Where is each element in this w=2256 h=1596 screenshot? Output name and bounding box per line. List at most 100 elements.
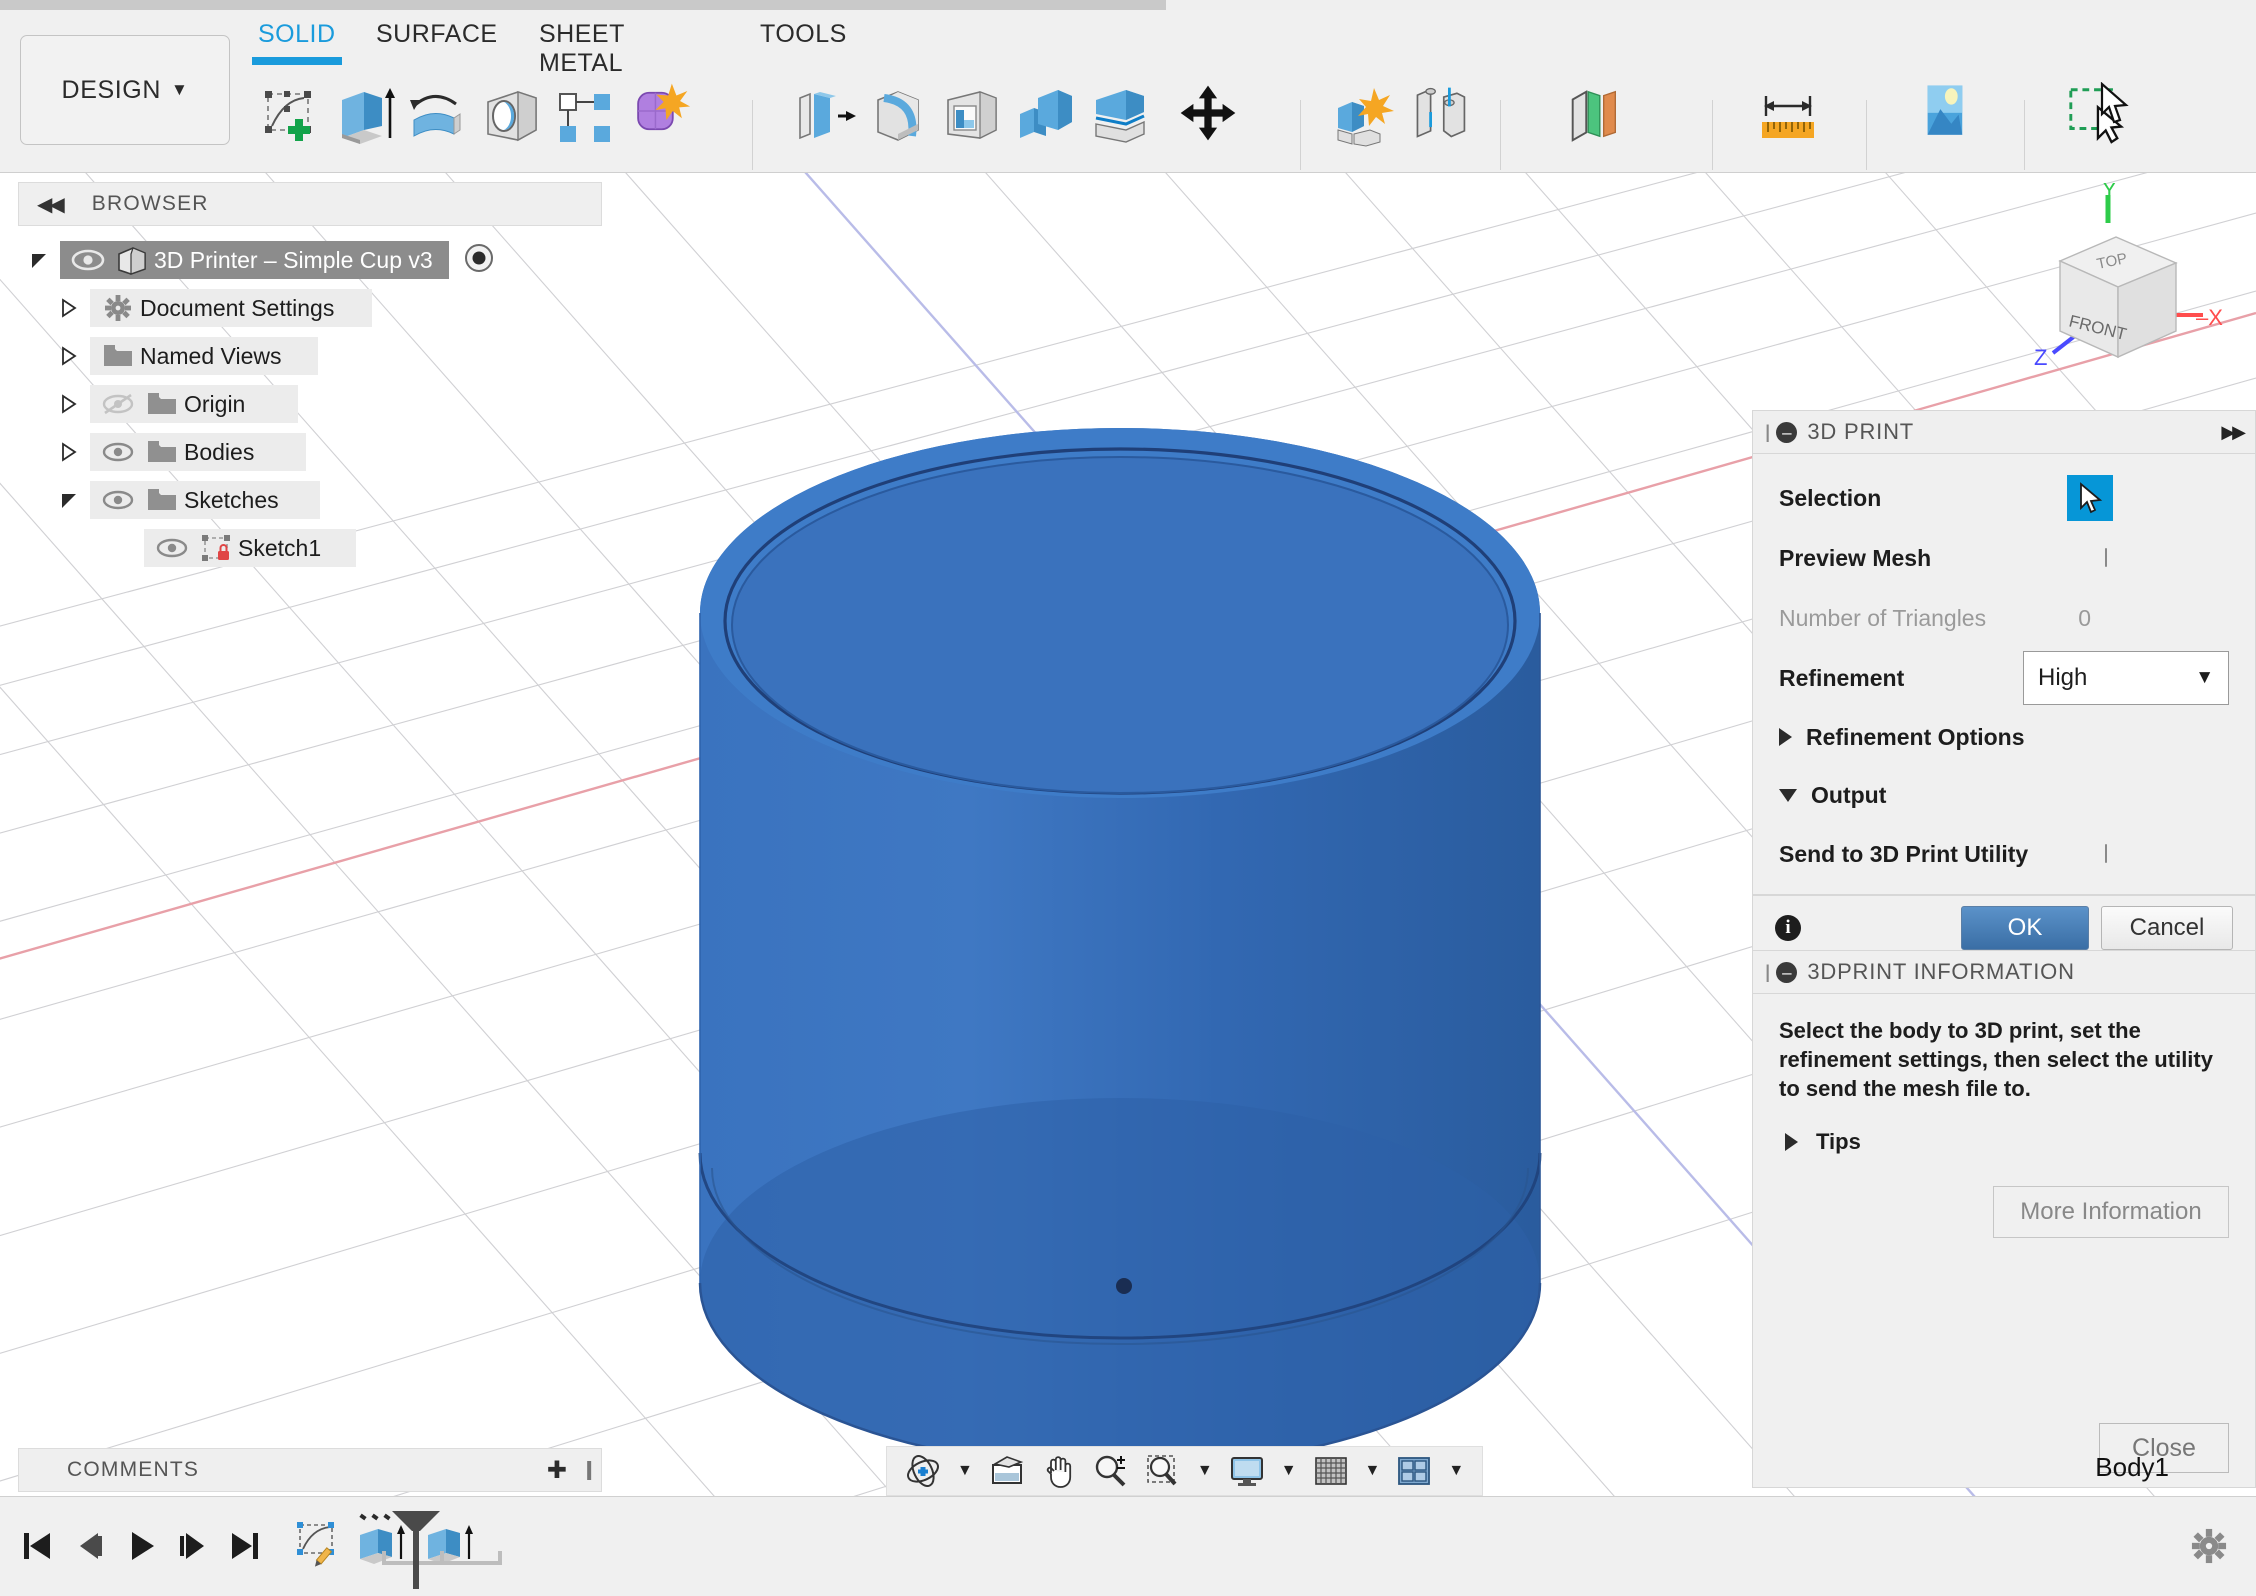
minus-circle-icon[interactable]: – [1776, 421, 1798, 443]
display-monitor-icon[interactable] [1223, 1450, 1271, 1492]
gear-icon[interactable] [2188, 1525, 2230, 1567]
refinement-options-toggle[interactable]: Refinement Options [1753, 708, 2255, 766]
expand-toggle-origin[interactable] [48, 393, 90, 415]
tree-row-document-settings[interactable]: Document Settings [18, 284, 602, 332]
collapse-left-icon[interactable]: ◀◀ [37, 192, 65, 217]
chevron-down-icon[interactable]: ▼ [1191, 1462, 1219, 1480]
output-toggle[interactable]: Output [1753, 766, 2255, 824]
tree-row-root[interactable]: 3D Printer – Simple Cup v3 [18, 236, 602, 284]
create-sketch-icon[interactable] [256, 86, 324, 148]
tree-item-root[interactable]: 3D Printer – Simple Cup v3 [60, 241, 449, 279]
view-cube[interactable]: Y –X Z TOP FRONT [1998, 183, 2238, 383]
tree-row-sketches[interactable]: Sketches [18, 476, 602, 524]
new-component-icon[interactable] [1330, 86, 1398, 148]
viewports-icon[interactable] [1390, 1450, 1438, 1492]
fillet-icon[interactable] [864, 86, 932, 148]
plane-icon[interactable] [1560, 84, 1628, 146]
grip-icon[interactable]: || [1765, 422, 1772, 443]
zoom-window-icon[interactable] [1139, 1450, 1187, 1492]
orbit-icon[interactable] [899, 1450, 947, 1492]
visibility-eye-icon[interactable] [150, 537, 194, 559]
send-utility-checkbox[interactable] [2105, 844, 2107, 863]
timeline-marker[interactable] [386, 1505, 446, 1591]
selection-button[interactable] [2067, 475, 2113, 521]
ok-button[interactable]: OK [1961, 906, 2089, 950]
expand-toggle-document-settings[interactable] [48, 297, 90, 319]
combine-icon[interactable] [1012, 86, 1080, 148]
insert-image-icon[interactable] [1910, 80, 1978, 142]
more-information-button[interactable]: More Information [1993, 1186, 2229, 1238]
comments-panel[interactable]: COMMENTS ✚ ||| [18, 1448, 602, 1492]
play-icon[interactable] [114, 1519, 168, 1573]
step-back-icon[interactable] [62, 1519, 116, 1573]
visibility-eye-icon[interactable] [66, 249, 110, 271]
tree-item-bodies[interactable]: Bodies [90, 433, 306, 471]
visibility-eye-off-icon[interactable] [96, 393, 140, 415]
zoom-icon[interactable] [1087, 1450, 1135, 1492]
print-information-header[interactable]: || – 3DPRINT INFORMATION [1752, 950, 2256, 994]
chevron-down-icon[interactable]: ▼ [1442, 1462, 1470, 1480]
revolve-icon[interactable] [404, 86, 472, 148]
step-forward-icon[interactable] [166, 1519, 220, 1573]
preview-mesh-label: Preview Mesh [1779, 544, 1932, 571]
tree-item-sketch1[interactable]: Sketch1 [144, 529, 356, 567]
pan-hand-icon[interactable] [1035, 1450, 1083, 1492]
tree-item-named-views[interactable]: Named Views [90, 337, 318, 375]
look-at-icon[interactable] [983, 1450, 1031, 1492]
tab-solid[interactable]: SOLID [252, 20, 342, 65]
expand-toggle-named-views[interactable] [48, 345, 90, 367]
tree-item-document-settings[interactable]: Document Settings [90, 289, 372, 327]
tree-row-named-views[interactable]: Named Views [18, 332, 602, 380]
grip-icon[interactable]: || [1765, 962, 1772, 983]
visibility-eye-icon[interactable] [96, 441, 140, 463]
go-to-end-icon[interactable] [218, 1519, 272, 1573]
tree-row-origin[interactable]: Origin [18, 380, 602, 428]
chevron-down-icon[interactable]: ▼ [951, 1462, 979, 1480]
expand-toggle-sketches[interactable] [48, 489, 90, 511]
tree-row-sketch1[interactable]: Sketch1 [18, 524, 602, 572]
grid-icon[interactable] [1307, 1450, 1355, 1492]
selection-label: Selection [1779, 484, 1882, 511]
expand-toggle-bodies[interactable] [48, 441, 90, 463]
sketch-locked-icon [194, 533, 238, 563]
expand-right-icon[interactable]: ▶▶ [2221, 422, 2246, 443]
cancel-button[interactable]: Cancel [2101, 906, 2233, 950]
refinement-dropdown[interactable]: High ▼ [2023, 651, 2229, 705]
ribbon-divider [1500, 100, 1501, 170]
tab-tools[interactable]: TOOLS [760, 20, 847, 59]
tree-item-sketches[interactable]: Sketches [90, 481, 320, 519]
measure-icon[interactable] [1754, 84, 1822, 146]
move-copy-icon[interactable] [1174, 82, 1242, 144]
triangle-down-icon [1779, 788, 1797, 802]
plus-circle-icon[interactable]: ✚ [547, 1456, 567, 1485]
ribbon-divider [1866, 100, 1867, 170]
chevron-down-icon[interactable]: ▼ [1359, 1462, 1387, 1480]
pattern-icon[interactable] [552, 86, 620, 148]
shell-icon[interactable] [938, 86, 1006, 148]
comments-title: COMMENTS [67, 1458, 200, 1481]
preview-mesh-checkbox[interactable] [2105, 548, 2107, 567]
expand-toggle-root[interactable] [18, 249, 60, 271]
info-icon[interactable]: i [1775, 915, 1801, 941]
chevron-down-icon[interactable]: ▼ [1275, 1462, 1303, 1480]
form-icon[interactable] [626, 80, 694, 142]
tab-surface[interactable]: SURFACE [376, 20, 498, 59]
svg-text:–X: –X [2196, 305, 2223, 330]
extrude-icon[interactable] [330, 86, 398, 148]
tree-item-sketches-label: Sketches [184, 486, 279, 513]
minus-circle-icon[interactable]: – [1776, 961, 1798, 983]
tips-toggle[interactable]: Tips [1779, 1129, 2229, 1155]
sweep-icon[interactable] [478, 86, 546, 148]
tree-row-bodies[interactable]: Bodies [18, 428, 602, 476]
go-to-start-icon[interactable] [10, 1519, 64, 1573]
print-dialog-header[interactable]: || – 3D PRINT ▶▶ [1752, 410, 2256, 454]
press-pull-icon[interactable] [790, 86, 858, 148]
joint-icon[interactable] [1406, 82, 1474, 144]
tab-solid-label: SOLID [258, 20, 336, 48]
sketch-feature-icon[interactable] [288, 1511, 348, 1581]
split-face-icon[interactable] [1086, 86, 1154, 148]
component-radio-icon[interactable] [463, 242, 495, 279]
tree-item-origin[interactable]: Origin [90, 385, 298, 423]
visibility-eye-icon[interactable] [96, 489, 140, 511]
grip-icon[interactable]: ||| [585, 1459, 592, 1482]
